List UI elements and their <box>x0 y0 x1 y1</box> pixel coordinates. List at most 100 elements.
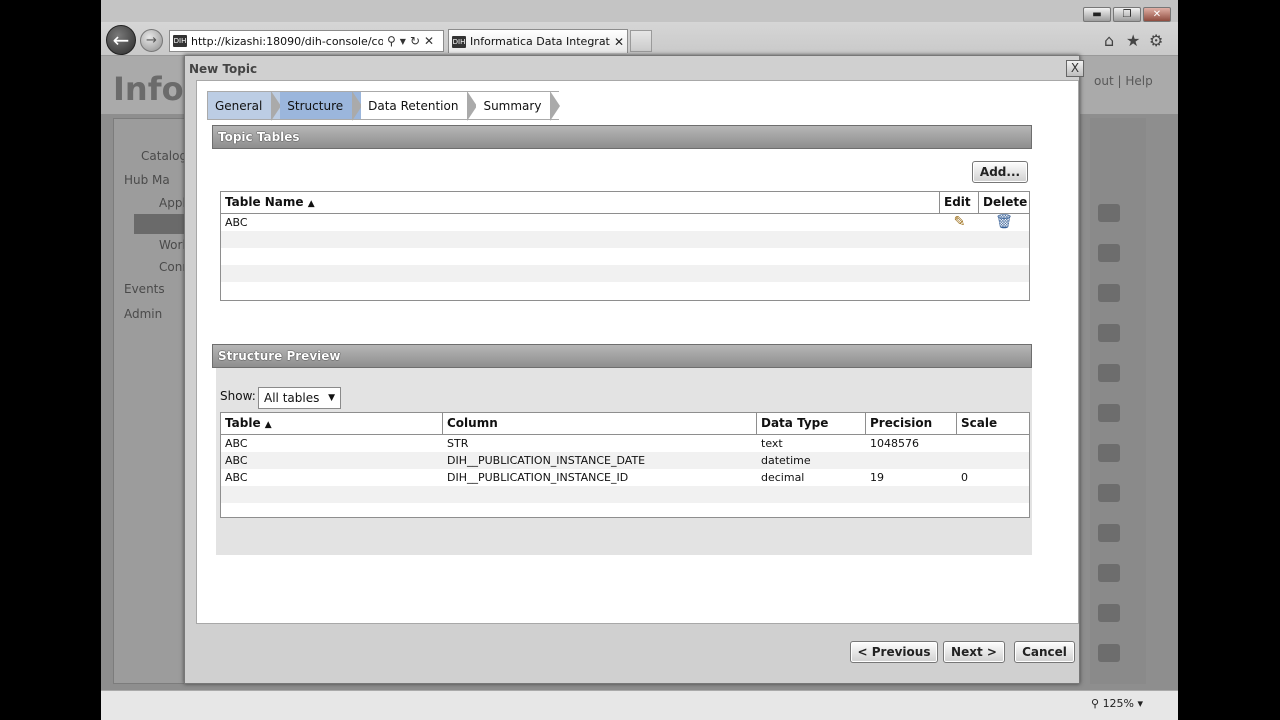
trash-icon[interactable]: 🗑 <box>979 214 1029 231</box>
browser-window: ▬ ❐ ✕ ← → DIH http://kizashi:18090/dih-c… <box>101 0 1178 720</box>
previous-button[interactable]: < Previous <box>850 641 938 663</box>
browser-tab-active[interactable]: DIH Informatica Data Integratio... ✕ <box>448 29 628 53</box>
window-close-button[interactable]: ✕ <box>1143 7 1171 22</box>
show-tables-select-value: All tables <box>264 391 320 405</box>
dropdown-icon[interactable]: ▼ <box>400 37 406 46</box>
background-sidebar-item: Catalog <box>141 149 188 163</box>
trash-icon <box>1098 204 1120 222</box>
zoom-value: 125% <box>1102 697 1135 710</box>
background-sidebar-item: Appl <box>159 196 186 210</box>
structure-data-type-cell: decimal <box>761 471 805 484</box>
title-bar: ▬ ❐ ✕ <box>101 0 1178 22</box>
new-tab-button[interactable] <box>630 30 652 52</box>
show-tables-select[interactable]: All tables ▼ <box>258 387 341 409</box>
dialog-body: General Structure Data Retention Summary… <box>196 80 1079 624</box>
address-bar[interactable]: DIH http://kizashi:18090/dih-console/com… <box>169 30 444 52</box>
structure-precision-cell: 1048576 <box>870 437 919 450</box>
topic-tables-grid-header: Table Name ▲ Edit Delete <box>221 192 1029 214</box>
structure-column-cell: STR <box>447 437 469 450</box>
column-header-delete: Delete <box>983 195 1028 209</box>
add-table-button[interactable]: Add... <box>972 161 1028 183</box>
dialog-close-button[interactable]: X <box>1066 60 1084 77</box>
dialog-title: New Topic <box>189 62 258 76</box>
back-button[interactable]: ← <box>106 25 136 55</box>
pencil-icon[interactable]: ✎ <box>940 214 979 231</box>
wizard-step-general[interactable]: General <box>207 91 282 121</box>
column-header-table[interactable]: Table ▲ <box>221 413 443 434</box>
navigation-bar: ← → DIH http://kizashi:18090/dih-console… <box>101 22 1178 56</box>
forward-arrow-icon: → <box>146 33 157 48</box>
trash-icon <box>1098 244 1120 262</box>
structure-preview-header: Structure Preview <box>212 344 1032 368</box>
tab-favicon-icon: DIH <box>452 35 466 48</box>
sort-ascending-icon: ▲ <box>307 199 315 209</box>
structure-table-cell: ABC <box>225 437 248 450</box>
structure-table-cell: ABC <box>225 454 248 467</box>
structure-row[interactable]: ABC STR text 1048576 <box>221 435 1029 452</box>
tab-title: Informatica Data Integratio... <box>470 35 610 48</box>
zoom-level[interactable]: ⚲ 125% ▾ <box>1091 697 1143 710</box>
column-header-table-name-label: Table Name <box>225 195 304 209</box>
cancel-button[interactable]: Cancel <box>1014 641 1075 663</box>
next-button[interactable]: Next > <box>943 641 1005 663</box>
topic-tables-header: Topic Tables <box>212 125 1032 149</box>
trash-icon <box>1098 484 1120 502</box>
trash-icon <box>1098 364 1120 382</box>
column-header-column[interactable]: Column <box>443 413 757 434</box>
topic-tables-grid: Table Name ▲ Edit Delete ABC ✎ 🗑 <box>220 191 1030 301</box>
column-header-precision[interactable]: Precision <box>866 413 957 434</box>
structure-preview-grid: Table ▲ Column Data Type Precision Scale… <box>220 412 1030 518</box>
wizard-step-summary[interactable]: Summary <box>476 91 561 121</box>
background-sidebar-item: Admin <box>124 307 163 321</box>
trash-icon <box>1098 604 1120 622</box>
url-text[interactable]: http://kizashi:18090/dih-console/com.ir <box>191 35 383 48</box>
column-header-data-type[interactable]: Data Type <box>757 413 866 434</box>
minimize-button[interactable]: ▬ <box>1083 7 1111 22</box>
table-name-cell: ABC <box>225 216 248 229</box>
gear-icon[interactable]: ⚙ <box>1149 31 1163 50</box>
new-topic-dialog: New Topic X General Structure Data Reten… <box>184 55 1084 684</box>
maximize-button[interactable]: ❐ <box>1113 7 1141 22</box>
trash-icon <box>1098 644 1120 662</box>
structure-column-cell: DIH__PUBLICATION_INSTANCE_ID <box>447 471 629 484</box>
table-row-empty <box>221 231 1029 248</box>
sort-ascending-icon: ▲ <box>264 420 272 430</box>
trash-icon <box>1098 404 1120 422</box>
star-icon[interactable]: ★ <box>1126 31 1140 50</box>
show-label: Show: <box>220 389 256 403</box>
structure-row[interactable]: ABC DIH__PUBLICATION_INSTANCE_ID decimal… <box>221 469 1029 486</box>
structure-precision-cell <box>866 452 957 469</box>
structure-scale-cell <box>957 452 1029 469</box>
structure-scale-cell <box>957 435 1029 452</box>
home-icon[interactable]: ⌂ <box>1104 31 1114 50</box>
table-row[interactable]: ABC ✎ 🗑 <box>221 214 1029 231</box>
structure-data-type-cell: datetime <box>761 454 811 467</box>
background-right-column <box>1090 118 1146 684</box>
search-icon[interactable]: ⚲ <box>387 34 396 48</box>
structure-row[interactable]: ABC DIH__PUBLICATION_INSTANCE_DATE datet… <box>221 452 1029 469</box>
structure-column-cell: DIH__PUBLICATION_INSTANCE_DATE <box>447 454 646 467</box>
dialog-footer: < Previous Next > Cancel <box>185 624 1081 684</box>
chevron-down-icon: ▼ <box>328 393 335 403</box>
trash-icon <box>1098 444 1120 462</box>
wizard-step-data-retention[interactable]: Data Retention <box>361 91 478 121</box>
status-bar: ⚲ 125% ▾ <box>101 690 1178 720</box>
trash-icon <box>1098 324 1120 342</box>
trash-icon <box>1098 564 1120 582</box>
structure-row-empty <box>221 486 1029 503</box>
column-header-scale[interactable]: Scale <box>957 413 1029 434</box>
column-header-table-label: Table <box>225 416 261 430</box>
structure-precision-cell: 19 <box>870 471 884 484</box>
back-arrow-icon: ← <box>112 28 130 52</box>
background-header-links: out | Help <box>1094 74 1153 88</box>
refresh-icon[interactable]: ↻ <box>410 34 420 48</box>
column-header-edit: Edit <box>940 192 979 213</box>
screen: ▬ ❐ ✕ ← → DIH http://kizashi:18090/dih-c… <box>0 0 1280 720</box>
column-header-table-name[interactable]: Table Name ▲ <box>221 192 940 213</box>
background-sidebar-item: Events <box>124 282 165 296</box>
stop-icon[interactable]: ✕ <box>424 34 434 48</box>
wizard-step-structure[interactable]: Structure <box>280 91 362 121</box>
close-icon[interactable]: ✕ <box>614 35 624 49</box>
forward-button[interactable]: → <box>140 29 163 52</box>
trash-icon <box>1098 524 1120 542</box>
